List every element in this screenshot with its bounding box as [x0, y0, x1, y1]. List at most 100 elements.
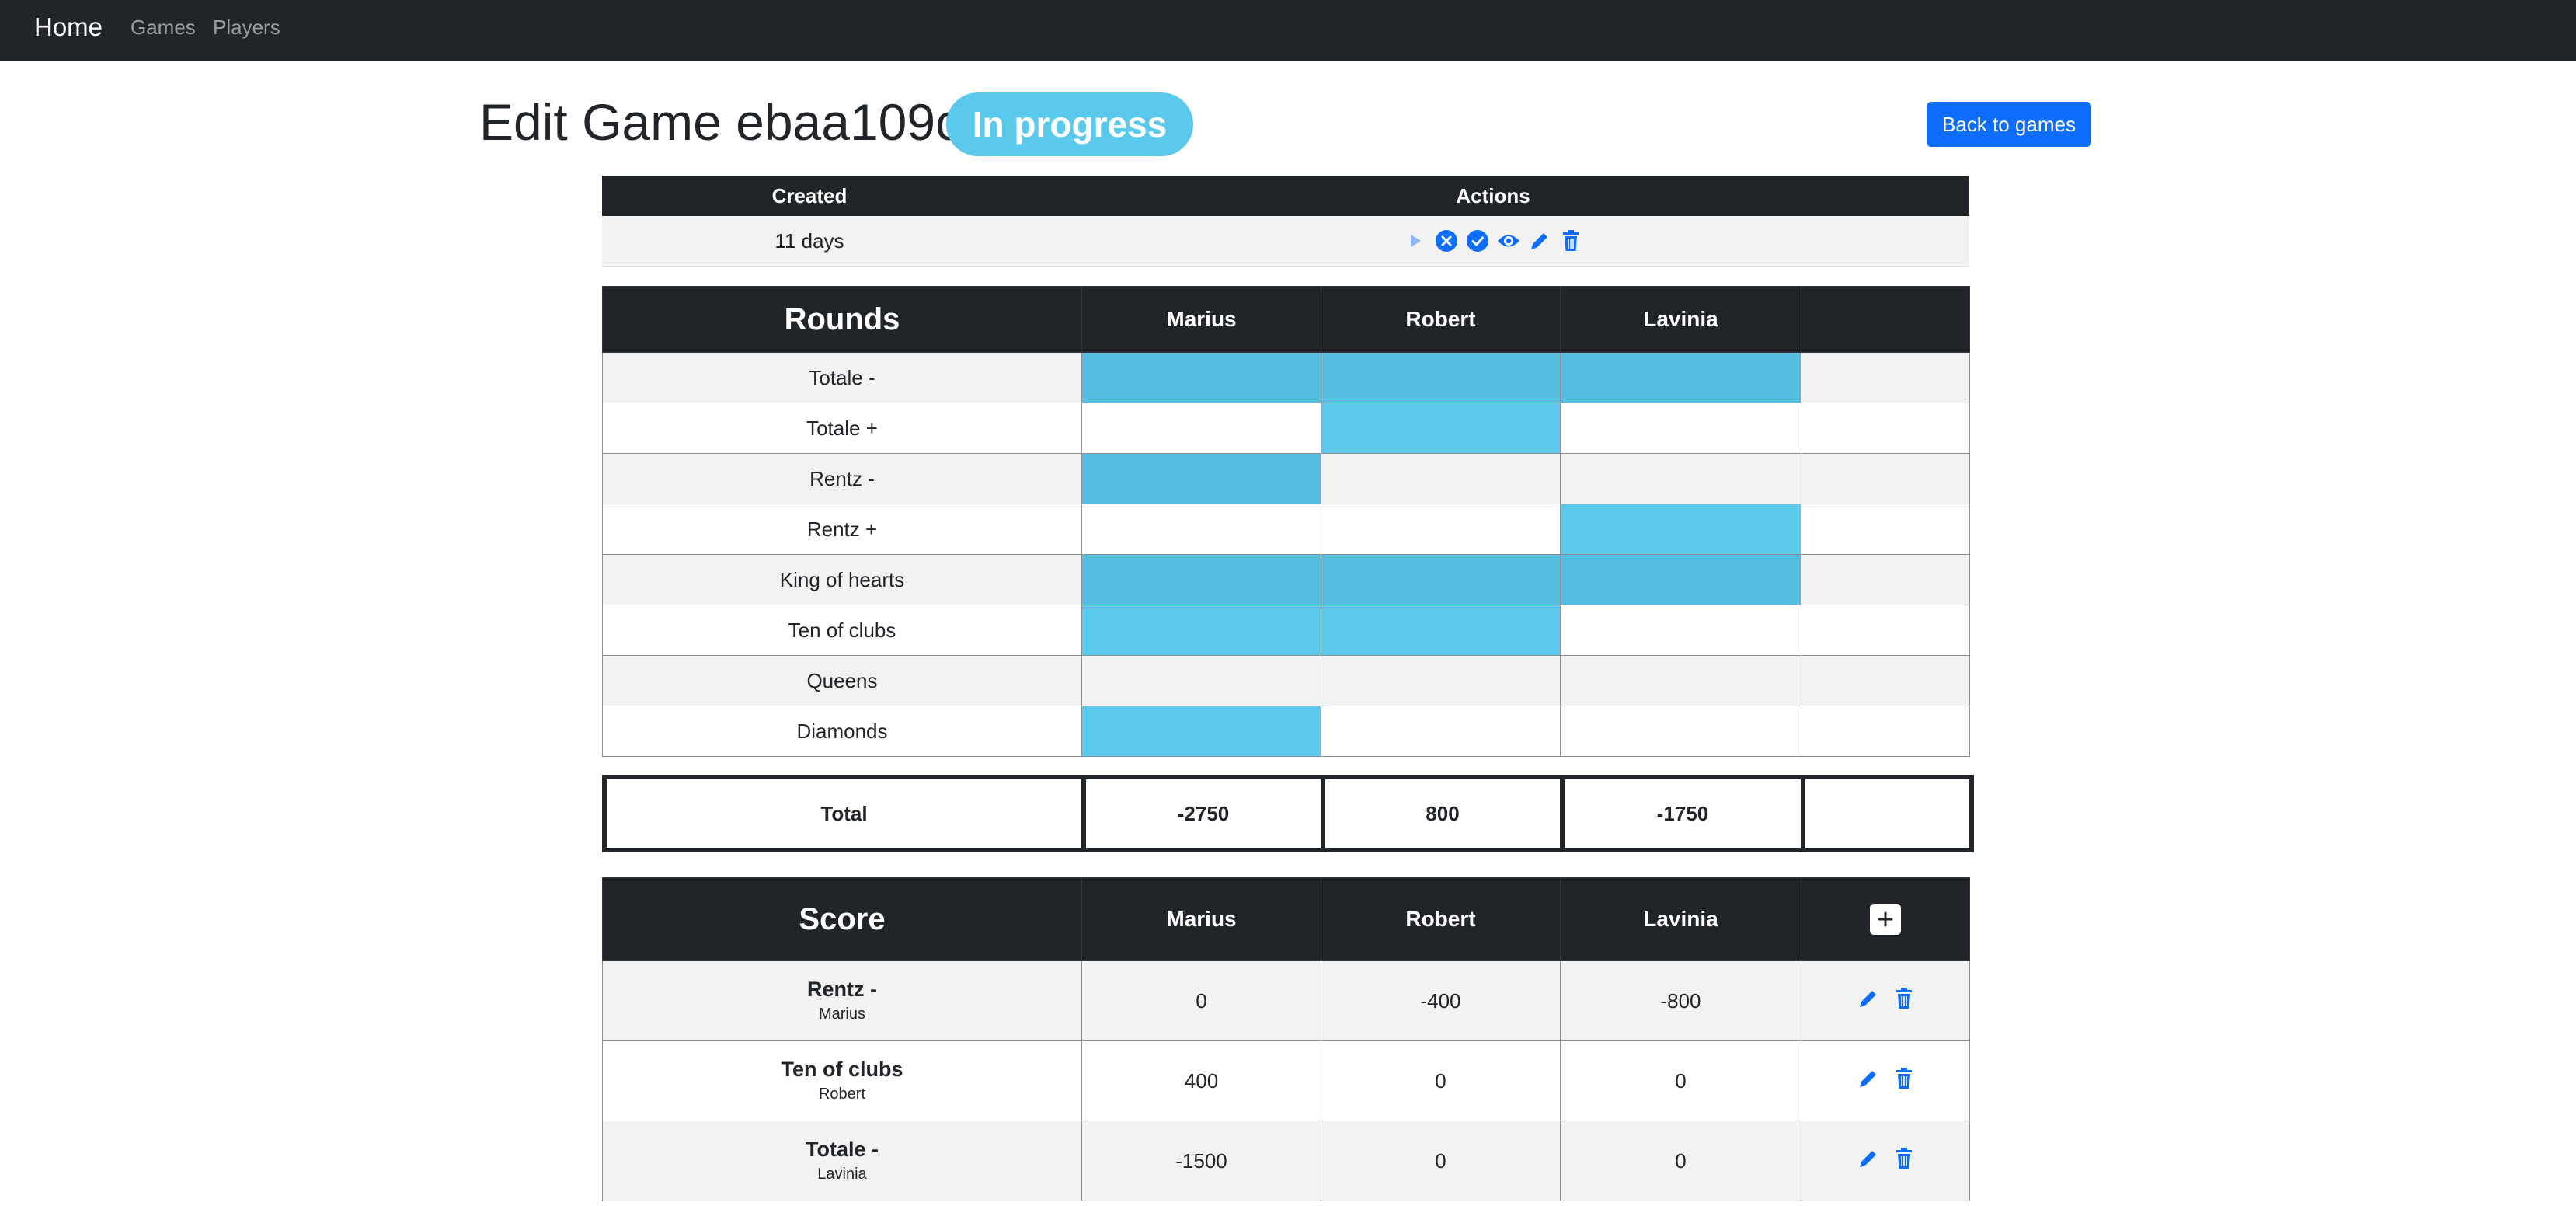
add-score-cell — [1801, 877, 1970, 961]
nav-brand-home[interactable]: Home — [34, 11, 103, 44]
score-value: 0 — [1560, 1121, 1801, 1201]
round-extra-cell — [1801, 453, 1970, 504]
trash-icon[interactable] — [1895, 1067, 1913, 1095]
pencil-icon[interactable] — [1857, 988, 1879, 1015]
round-cell-played[interactable] — [1081, 453, 1321, 504]
total-row: Total -2750 800 -1750 — [602, 775, 1974, 852]
round-cell-empty[interactable] — [1321, 504, 1561, 555]
score-value: -400 — [1321, 960, 1561, 1041]
check-circle-icon[interactable] — [1465, 228, 1490, 253]
status-badge: In progress — [946, 92, 1193, 156]
score-value: 0 — [1560, 1040, 1801, 1121]
round-cell-played[interactable] — [1081, 706, 1321, 757]
score-round-player: Lavinia — [817, 1166, 867, 1183]
rounds-row: Totale - — [602, 352, 1970, 403]
round-extra-cell — [1801, 352, 1970, 403]
rounds-row: Totale + — [602, 403, 1970, 454]
round-cell-empty[interactable] — [1560, 655, 1801, 706]
trash-icon[interactable] — [1895, 1147, 1913, 1175]
total-label: Total — [602, 775, 1086, 852]
trash-icon[interactable] — [1558, 228, 1583, 253]
rounds-title: Rounds — [602, 286, 1082, 353]
round-cell-empty[interactable] — [1081, 403, 1321, 454]
round-cell-empty[interactable] — [1321, 706, 1561, 757]
round-cell-empty[interactable] — [1560, 403, 1801, 454]
round-cell-empty[interactable] — [1081, 504, 1321, 555]
score-round-name: Ten of clubs — [781, 1058, 903, 1081]
rounds-row: King of hearts — [602, 554, 1970, 605]
player-header: Robert — [1321, 286, 1561, 353]
score-round-player: Marius — [818, 1006, 865, 1023]
round-extra-cell — [1801, 706, 1970, 757]
round-name: Totale + — [602, 403, 1082, 454]
player-header: Lavinia — [1560, 286, 1801, 353]
score-round-name: Totale - — [806, 1138, 879, 1161]
round-cell-empty[interactable] — [1321, 655, 1561, 706]
total-table: Total -2750 800 -1750 — [602, 775, 1974, 852]
round-cell-empty[interactable] — [1321, 453, 1561, 504]
round-cell-played[interactable] — [1321, 403, 1561, 454]
round-cell-played[interactable] — [1321, 605, 1561, 656]
round-cell-empty[interactable] — [1081, 655, 1321, 706]
round-extra-cell — [1801, 403, 1970, 454]
score-actions-cell — [1801, 1040, 1970, 1121]
back-to-games-button[interactable]: Back to games — [1927, 102, 2091, 147]
score-row-actions — [1857, 1147, 1913, 1175]
score-value: 0 — [1321, 1121, 1561, 1201]
round-cell-empty[interactable] — [1560, 453, 1801, 504]
navbar: Home Games Players — [0, 0, 2576, 61]
nav-link-players[interactable]: Players — [213, 14, 280, 40]
trash-icon[interactable] — [1895, 987, 1913, 1015]
info-table-header: Created Actions — [602, 176, 1969, 216]
rounds-row: Diamonds — [602, 706, 1970, 757]
score-row-actions — [1857, 1067, 1913, 1095]
round-cell-played[interactable] — [1560, 554, 1801, 605]
pencil-icon[interactable] — [1527, 228, 1552, 253]
score-row: Totale - Lavinia -1500 0 0 — [602, 1121, 1970, 1201]
plus-icon[interactable] — [1870, 904, 1901, 935]
round-name: Rentz + — [602, 504, 1082, 555]
pencil-icon[interactable] — [1857, 1068, 1879, 1095]
player-header: Robert — [1321, 877, 1561, 961]
round-cell-played[interactable] — [1081, 605, 1321, 656]
player-header: Lavinia — [1560, 877, 1801, 961]
round-name: Queens — [602, 655, 1082, 706]
round-cell-played[interactable] — [1560, 504, 1801, 555]
round-extra-cell — [1801, 554, 1970, 605]
round-extra-cell — [1801, 655, 1970, 706]
created-header: Created — [771, 184, 848, 207]
pencil-icon[interactable] — [1857, 1148, 1879, 1175]
score-table: Score Marius Robert Lavinia Rentz - Mariu… — [602, 877, 1970, 1201]
rounds-table: Rounds Marius Robert Lavinia Totale - Tot… — [602, 286, 1970, 757]
info-table-row: 11 days — [602, 216, 1969, 267]
round-extra-cell — [1801, 504, 1970, 555]
round-name: Rentz - — [602, 453, 1082, 504]
round-cell-played[interactable] — [1081, 554, 1321, 605]
nav-link-games[interactable]: Games — [131, 14, 196, 40]
score-row-actions — [1857, 987, 1913, 1015]
score-round-name: Rentz - — [807, 978, 877, 1001]
score-value: 0 — [1321, 1040, 1561, 1121]
score-value: 0 — [1081, 960, 1321, 1041]
score-round-player: Robert — [818, 1086, 866, 1103]
cancel-circle-icon[interactable] — [1434, 228, 1459, 253]
game-actions — [1403, 228, 1583, 253]
player-header: Marius — [1081, 286, 1321, 353]
round-cell-played[interactable] — [1321, 554, 1561, 605]
score-title: Score — [602, 877, 1082, 961]
page-title: Edit Game ebaa109c — [479, 93, 962, 151]
round-extra-cell — [1801, 605, 1970, 656]
score-header-row: Score Marius Robert Lavinia — [602, 877, 1970, 961]
total-value: -2750 — [1081, 775, 1325, 852]
total-value: 800 — [1321, 775, 1565, 852]
eye-icon[interactable] — [1496, 228, 1521, 253]
round-cell-played[interactable] — [1560, 352, 1801, 403]
play-icon[interactable] — [1403, 228, 1428, 253]
round-cell-empty[interactable] — [1560, 706, 1801, 757]
rounds-row: Ten of clubs — [602, 605, 1970, 656]
round-name: Diamonds — [602, 706, 1082, 757]
rounds-header-row: Rounds Marius Robert Lavinia — [602, 286, 1970, 353]
round-cell-empty[interactable] — [1560, 605, 1801, 656]
round-cell-played[interactable] — [1321, 352, 1561, 403]
round-cell-played[interactable] — [1081, 352, 1321, 403]
